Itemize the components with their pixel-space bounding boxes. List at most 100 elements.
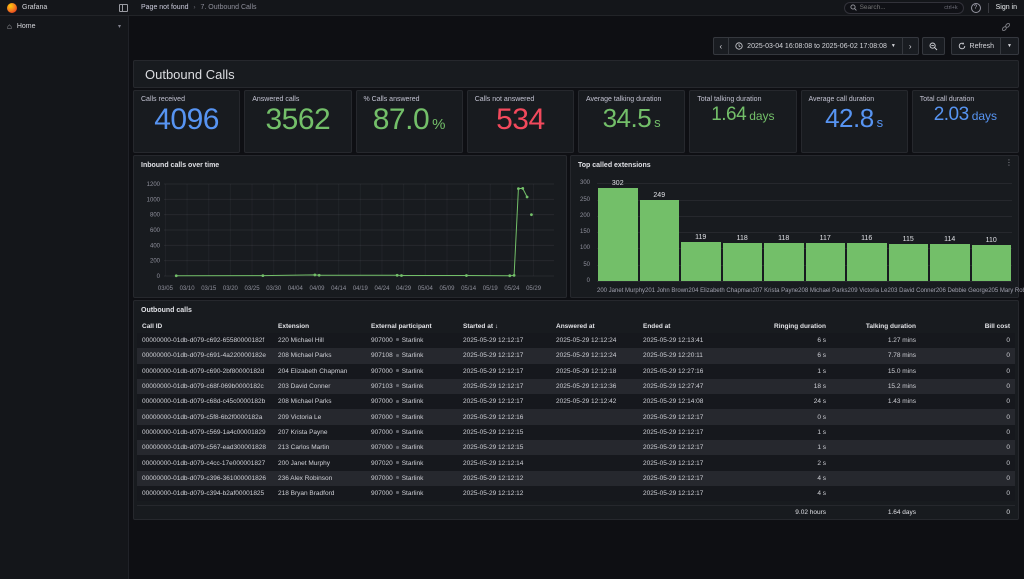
data-point <box>517 187 520 190</box>
top-extensions-chart[interactable]: 302249119118118117116115114110 <box>597 180 1012 281</box>
stat-panel: Total talking duration 1.64days <box>689 90 796 153</box>
bar-slot: 118 <box>722 180 764 281</box>
y-tick-label: 300 <box>580 180 590 186</box>
stat-value: 42.8 <box>825 105 874 131</box>
y-tick-label: 50 <box>583 262 590 268</box>
zoom-out-button[interactable] <box>922 37 945 55</box>
cell-bill-cost: 0 <box>921 368 1015 375</box>
panel-title[interactable]: Inbound calls over time <box>134 156 566 174</box>
bar-slot: 115 <box>888 180 930 281</box>
share-link-icon[interactable] <box>1001 22 1011 32</box>
help-icon[interactable]: ? <box>971 3 981 13</box>
cell-call-id: 00000000-01db-d079-c68f-069b0000182c <box>137 383 273 390</box>
stat-title: Answered calls <box>245 91 350 103</box>
x-tick-label: 04/14 <box>331 286 347 292</box>
panel-title[interactable]: Outbound calls <box>134 301 1018 319</box>
column-header[interactable]: Ended at <box>638 323 731 330</box>
bar[interactable] <box>930 244 970 281</box>
x-tick-label: 03/15 <box>201 286 217 292</box>
x-tick-label: 03/20 <box>223 286 239 292</box>
data-point <box>313 274 316 277</box>
x-tick-label: 04/04 <box>288 286 304 292</box>
column-header[interactable]: Answered at <box>551 323 638 330</box>
column-header[interactable]: Bill cost <box>921 323 1015 330</box>
top-nav: Grafana Page not found › 7. Outbound Cal… <box>0 0 1024 16</box>
cell-answered-at: 2025-05-29 12:12:24 <box>551 352 638 359</box>
cell-talking-duration: 1.43 mins <box>831 398 921 405</box>
refresh-interval-button[interactable]: ▼ <box>1001 37 1019 55</box>
cell-ringing-duration: 6 s <box>731 337 831 344</box>
refresh-button[interactable]: Refresh <box>951 37 1002 55</box>
cell-bill-cost: 0 <box>921 337 1015 344</box>
inbound-calls-chart[interactable]: 02004006008001000120003/0503/1003/1503/2… <box>138 176 562 295</box>
bar[interactable] <box>598 188 638 281</box>
bar[interactable] <box>764 243 804 281</box>
time-back-button[interactable]: ‹ <box>713 37 730 55</box>
bar-x-axis: 200 Janet Murphy201 John Brown204 Elizab… <box>597 288 1012 294</box>
cell-ringing-duration: 4 s <box>731 490 831 497</box>
panel-menu-icon[interactable]: ⋮ <box>1005 159 1013 167</box>
data-point <box>530 213 533 216</box>
bar-value-label: 110 <box>986 237 997 244</box>
bar[interactable] <box>640 200 680 281</box>
panel-title[interactable]: Top called extensions <box>571 156 1018 174</box>
y-tick-label: 250 <box>580 197 590 203</box>
cell-extension: 218 Bryan Bradford <box>273 490 366 497</box>
bar-value-label: 249 <box>653 192 665 199</box>
sidebar-toggle-icon[interactable] <box>119 4 128 12</box>
x-tick-label: 05/29 <box>526 286 542 292</box>
stat-title: Calls received <box>134 91 239 103</box>
bar[interactable] <box>681 242 721 281</box>
data-point <box>526 196 529 199</box>
cell-started-at: 2025-05-29 12:12:15 <box>458 429 551 436</box>
bar[interactable] <box>806 243 846 281</box>
dot-icon <box>396 415 399 418</box>
grafana-logo-icon[interactable] <box>7 3 17 13</box>
cell-extension: 208 Michael Parks <box>273 398 366 405</box>
cell-talking-duration: 15.2 mins <box>831 383 921 390</box>
column-header[interactable]: Talking duration <box>831 323 921 330</box>
cell-ended-at: 2025-05-29 12:12:17 <box>638 460 731 467</box>
cell-ringing-duration: 0 s <box>731 414 831 421</box>
cell-ended-at: 2025-05-29 12:27:16 <box>638 368 731 375</box>
cell-external-participant: 907000Starlink <box>366 475 458 482</box>
search-input[interactable] <box>860 4 942 11</box>
chevron-down-icon[interactable]: ▾ <box>118 23 121 30</box>
cell-bill-cost: 0 <box>921 429 1015 436</box>
time-forward-button[interactable]: › <box>903 37 919 55</box>
bar-row: 302249119118118117116115114110 <box>597 180 1012 281</box>
y-tick-label: 200 <box>580 213 590 219</box>
x-tick-label: 200 Janet Murphy <box>597 288 645 294</box>
bar-value-label: 115 <box>903 236 914 243</box>
stat-title: Total talking duration <box>690 91 795 103</box>
sidebar-item-home[interactable]: ⌂ Home ▾ <box>7 19 121 34</box>
time-range-picker[interactable]: 2025-03-04 16:08:08 to 2025-06-02 17:08:… <box>729 37 903 55</box>
x-tick-label: 207 Krista Payne <box>752 288 798 294</box>
bar[interactable] <box>972 245 1012 281</box>
x-tick-label: 03/05 <box>158 286 174 292</box>
column-header[interactable]: Extension <box>273 323 366 330</box>
column-header[interactable]: Call ID <box>137 323 273 330</box>
bar-value-label: 118 <box>778 235 789 242</box>
footer-total-bill: 0 <box>921 509 1015 516</box>
x-tick-label: 205 Mary Robinson <box>988 288 1024 294</box>
column-header[interactable]: Ringing duration <box>731 323 831 330</box>
bar[interactable] <box>847 243 887 281</box>
bar[interactable] <box>723 243 763 281</box>
stat-panel: Total call duration2.03days <box>912 90 1019 153</box>
table-row: 00000000-01db-d079-c68f-069b0000182c203 … <box>137 379 1015 394</box>
top-extensions-panel: Top called extensions ⋮ 0501001502002503… <box>570 155 1019 298</box>
sign-in-button[interactable]: Sign in <box>996 4 1017 11</box>
cell-answered-at: 2025-05-29 12:12:36 <box>551 383 638 390</box>
bar[interactable] <box>889 244 929 281</box>
column-header[interactable]: External participant <box>366 323 458 330</box>
breadcrumb-section[interactable]: Page not found <box>141 4 189 11</box>
cell-ended-at: 2025-05-29 12:27:47 <box>638 383 731 390</box>
column-header[interactable]: Started at↓ <box>458 323 551 330</box>
data-point <box>318 274 321 277</box>
search-box[interactable]: ctrl+k <box>844 2 964 14</box>
clock-icon <box>735 42 743 50</box>
x-tick-label: 05/14 <box>461 286 477 292</box>
search-shortcut: ctrl+k <box>944 5 957 11</box>
stat-value-wrap: 1.64days <box>690 105 795 152</box>
